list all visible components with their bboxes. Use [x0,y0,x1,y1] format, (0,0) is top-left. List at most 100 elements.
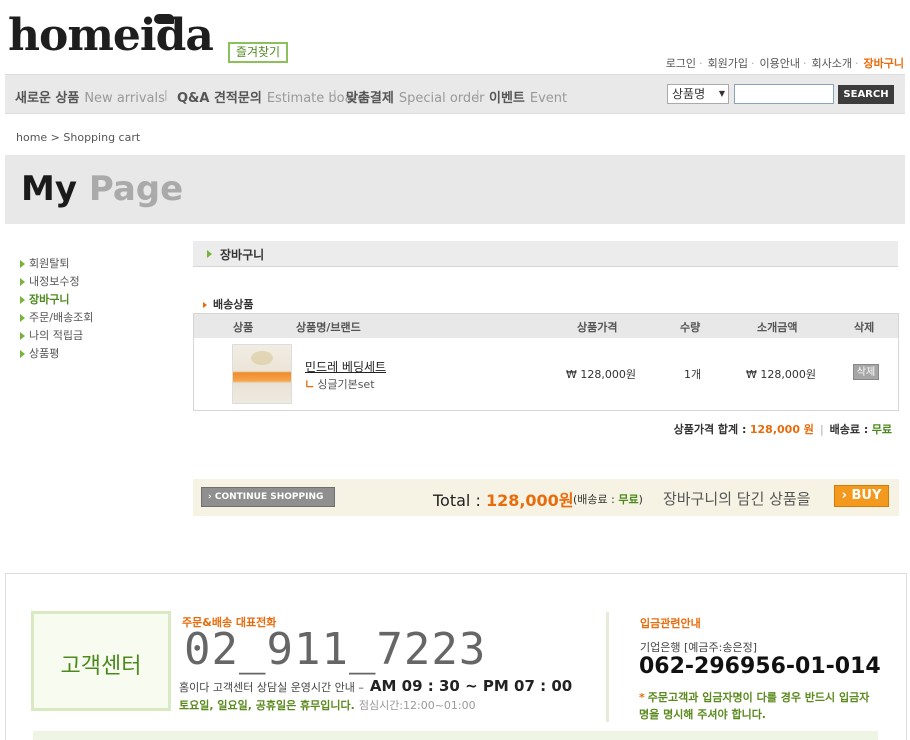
company-link[interactable]: 회사소개 [812,57,852,70]
sidebar-item-points[interactable]: 나의 적립금 [20,327,93,345]
nav-new-arrivals[interactable]: 새로운 상품 New arrivals [15,87,165,106]
nav-label-ko: 이벤트 [489,91,525,106]
page-title-my: My [21,169,77,209]
sidebar-item-edit-profile[interactable]: 내정보수정 [20,273,93,291]
col-name: 상품명/브랜드 [296,321,361,334]
sidebar-item-reviews[interactable]: 상품평 [20,345,93,363]
chevron-down-icon: ▼ [718,89,725,98]
delivery-items-title: 배송상품 [203,296,253,312]
cs-holiday: 토요일, 일요일, 공휴일은 휴무입니다. 점심시간:12:00~01:00 [179,697,476,713]
sidebar-item-label: 상품평 [29,347,60,360]
cart-link[interactable]: 장바구니 [864,57,904,70]
cart-table-header: 상품 상품명/브랜드 상품가격 수량 소개금액 삭제 [194,314,898,338]
col-qty: 수량 [680,321,701,334]
cs-lunch-text: 점심시간:12:00~01:00 [358,699,476,712]
product-qty: 1개 [684,368,702,381]
option-marker-icon: ∟ [305,378,315,391]
cart-section-title: 장바구니 [220,248,265,262]
signup-link[interactable]: 회원가입 [708,57,748,70]
product-price: ₩ 128,000원 [566,368,636,381]
sum-price-label: 상품가격 합계 : [673,423,747,436]
bullet-icon [20,314,25,322]
bank-name: 기업은행 [예금주:송은정] [640,641,757,654]
bullet-icon [203,302,207,308]
search-type-value: 상품명 [672,87,706,101]
sum-price-value: 128,000 원 [749,423,814,436]
total-bar: › CONTINUE SHOPPING Total : 128,000원 (배송… [193,479,899,516]
bullet-icon [20,296,25,304]
nav-label-en: Special order [398,91,485,106]
customer-center-box: 고객센터 [31,611,171,711]
main-nav: 새로운 상품 New arrivals | Q&A 견적문의 Estimate bo… [5,74,905,114]
sidebar-item-label: 내정보수정 [29,275,80,288]
summary-separator: | [819,423,824,436]
nav-label-ko: Q&A 견적문의 [177,91,262,106]
bird-icon [154,14,174,24]
sum-shipping-value: 무료 [871,423,892,436]
page-title: My Page [21,169,183,209]
search-button[interactable]: SEARCH [838,85,894,104]
page-title-page: Page [88,169,184,209]
nav-estimate-board[interactable]: Q&A 견적문의 Estimate board [177,87,366,106]
delete-item-button[interactable]: 삭제 [853,364,879,380]
nav-label-ko: 맞춤결제 [346,91,394,106]
total-ship-close: ) [638,493,643,506]
bank-note-text: 주문고객과 입금자명이 다를 경우 반드시 입금자명을 명시해 주셔야 합니다. [639,691,870,721]
bank-note: * 주문고객과 입금자명이 다를 경우 반드시 입금자명을 명시해 주셔야 합니다… [639,689,879,723]
nav-separator: | [164,88,168,101]
sidebar-item-cart[interactable]: 장바구니 [20,291,93,309]
total-amount: Total : 128,000원 [433,487,574,511]
bank-info-title: 입금관련안내 [640,617,701,630]
sum-shipping-label: 배송료 : [829,423,869,436]
total-message: 장바구니의 담긴 상품을 [663,490,811,508]
customer-center-label: 고객센터 [60,654,142,679]
bullet-icon [20,260,25,268]
nav-label-ko: 새로운 상품 [15,91,80,106]
bullet-icon [207,250,212,258]
login-link[interactable]: 로그인 [666,57,696,70]
total-ship-label: (배송료 : [573,493,615,506]
sidebar-item-label: 회원탈퇴 [29,257,70,270]
col-price: 상품가격 [577,321,618,334]
table-row: 민드레 베딩세트 ∟ 싱글기본set ₩ 128,000원 1개 ₩ 128,00… [194,338,898,410]
total-label: Total : [433,491,481,510]
sidebar-item-label: 나의 적립금 [29,329,84,342]
favorite-button[interactable]: 즐겨찾기 [228,42,288,63]
product-subtotal: ₩ 128,000원 [746,368,816,381]
footer: 고객센터 주문&배송 대표전화 02_911_7223 홈이다 고객센터 상담실… [5,573,907,740]
note-star: * [639,691,645,704]
col-delete: 삭제 [854,321,875,334]
search-type-select[interactable]: 상품명 ▼ [667,84,729,104]
sidebar-item-label: 장바구니 [29,293,70,306]
nav-separator: | [476,88,480,101]
nav-separator: | [333,88,337,101]
col-image: 상품 [233,321,254,334]
nav-label-en: New arrivals [84,91,165,106]
site-logo[interactable]: homeida [8,12,214,60]
buy-button[interactable]: › BUY [834,485,889,507]
product-option: ∟ 싱글기본set [305,376,375,392]
search-input[interactable] [734,84,834,104]
col-subtotal: 소개금액 [757,321,798,334]
product-name-link[interactable]: 민드레 베딩세트 [305,358,386,375]
sidebar-item-withdraw[interactable]: 회원탈퇴 [20,255,93,273]
bank-account-number: 062-296956-01-014 [639,654,881,679]
cs-hours: 홈이다 고객센터 상담실 운영시간 안내 – AM 09 : 30 ~ PM 07… [179,677,572,695]
nav-label-en: Event [529,91,568,106]
sidebar-item-orders[interactable]: 주문/배송조회 [20,309,93,327]
total-ship-value: 무료 [618,493,639,506]
nav-event[interactable]: 이벤트 Event [489,87,567,106]
breadcrumb: home > Shopping cart [16,131,141,144]
separator-dot: · [751,57,755,70]
cart-section-header: 장바구니 [193,241,898,267]
separator-dot: · [699,57,703,70]
total-shipping: (배송료 : 무료) [573,491,643,507]
cart-summary: 상품가격 합계 : 128,000 원 | 배송료 : 무료 [674,421,892,437]
cs-hours-label: 홈이다 고객센터 상담실 운영시간 안내 – [179,681,364,694]
top-links: 로그인 · 회원가입 · 이용안내 · 회사소개 · 장바구니 [664,55,904,71]
nav-special-order[interactable]: 맞춤결제 Special order [346,87,484,106]
delivery-title-text: 배송상품 [213,298,254,311]
guide-link[interactable]: 이용안내 [760,57,800,70]
product-thumbnail[interactable] [232,344,292,404]
continue-shopping-button[interactable]: › CONTINUE SHOPPING [201,487,335,507]
